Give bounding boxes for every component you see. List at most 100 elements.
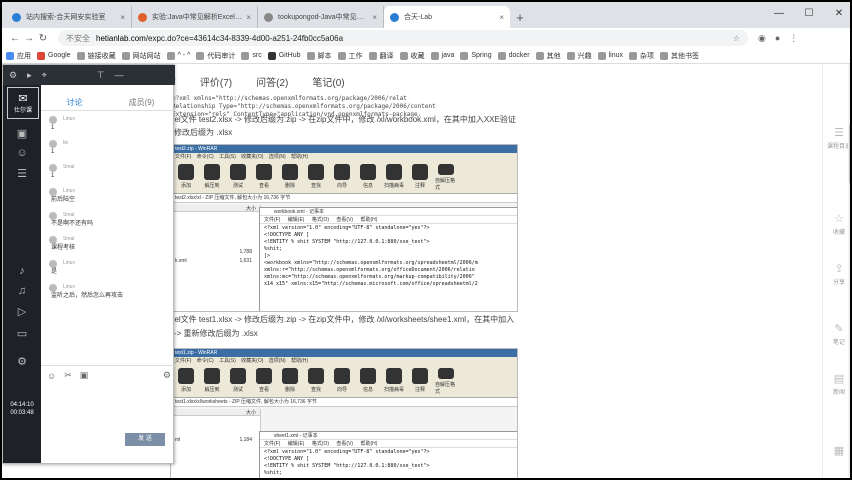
screen-icon[interactable]: ▭	[3, 327, 41, 340]
message-input[interactable]	[41, 385, 175, 429]
close-icon[interactable]: ×	[120, 13, 125, 22]
emoji-icon[interactable]: ☺	[47, 371, 56, 381]
bookmark-item[interactable]: linux	[597, 51, 623, 60]
scrollbar[interactable]	[848, 64, 850, 478]
mic-icon[interactable]: ♫	[3, 285, 41, 297]
bookmark-item[interactable]: 应用	[6, 51, 31, 61]
message-list: Linux 1 kk 1 Smal 1 Linux 前后陆空 Smal 不是啊不还有吗 S…	[41, 113, 175, 375]
tab-discuss[interactable]: 讨论	[41, 95, 108, 110]
folder-icon	[460, 51, 469, 60]
notepad-title: sheet1.xml - 记事本	[260, 432, 517, 440]
bookmark-item[interactable]: 其他书签	[660, 51, 699, 61]
tab-qa[interactable]: 问答(2)	[256, 74, 288, 89]
bookmark-item[interactable]: 网站网站	[121, 51, 161, 61]
archive-path: test2.xlsx\xl - ZIP 压缩文件, 解包大小为 16,736 字…	[171, 194, 517, 203]
close-icon[interactable]: ×	[372, 13, 377, 22]
chat-rail: ✉ 仕尔课 ▣ ☺ ☰ ♪ ♫ ▷ ▭ ⚙ 04:14:10 00:03:48	[3, 65, 41, 463]
bookmark-item[interactable]: 链接收藏	[76, 51, 116, 61]
bookmark-item[interactable]: 杂项	[629, 51, 654, 61]
bookmark-item[interactable]: Google	[37, 51, 71, 60]
folder-icon	[166, 51, 175, 60]
bookmark-item[interactable]: src	[241, 51, 262, 60]
camera-icon[interactable]: ▷	[3, 305, 41, 318]
tool-wizard: 向导	[331, 164, 353, 191]
winrar-screenshot: test1.zip - WinRAR 文件(F) 命令(C) 工具(S) 收藏夹…	[170, 348, 518, 478]
user-icon[interactable]: ☺	[3, 147, 41, 159]
tool-extract: 解压到	[201, 368, 223, 395]
bookmark-item[interactable]: 脚本	[306, 51, 332, 61]
avatar	[49, 284, 57, 292]
tool-info: 信息	[357, 164, 379, 191]
list-header: 大小	[171, 205, 260, 212]
settings-icon[interactable]: ⚙	[3, 355, 41, 368]
bookmark-item[interactable]: 代码审计	[196, 51, 235, 61]
toolbar: 添加 解压到 测试 查看 删除 查找 向导 信息 扫描病毒 注释 自解压格式	[171, 162, 517, 194]
image-icon[interactable]: ▣	[80, 370, 89, 381]
bookmark-item[interactable]: GitHub	[267, 51, 301, 60]
bookmark-item[interactable]: Spring	[460, 51, 492, 60]
folder-icon	[306, 51, 315, 60]
minimize-icon[interactable]: —	[764, 2, 794, 24]
menu-bar: 文件(F) 命令(C) 工具(S) 收藏夹(O) 选项(N) 帮助(H)	[171, 357, 517, 366]
tool-delete: 删除	[279, 368, 301, 395]
bookmark-item[interactable]: 工作	[337, 51, 363, 61]
bookmark-item[interactable]: 其他	[535, 51, 561, 61]
close-icon[interactable]: ×	[499, 13, 504, 22]
arrow-icon[interactable]: ▸	[27, 70, 32, 81]
step-text: excel文件 test2.xlsx -> 修改后缀为.zip -> 在zip文…	[162, 115, 516, 124]
bookmark-item[interactable]: docker	[497, 51, 530, 60]
list-item: 1,788	[239, 249, 252, 255]
forward-icon[interactable]: →	[22, 33, 36, 44]
bookmark-item[interactable]: 收藏	[399, 51, 425, 61]
bookmark-item[interactable]: ^ - ^	[166, 51, 190, 60]
app-logo: ✉ 仕尔课	[7, 87, 39, 119]
notepad-menu: 文件(F) 编辑(E) 格式(O) 查看(V) 帮助(H)	[260, 440, 517, 448]
pin-top-icon[interactable]: ⊤	[97, 70, 105, 81]
menu-icon[interactable]: ⋮	[789, 33, 798, 44]
github-icon	[267, 51, 276, 60]
close-window-icon[interactable]: ✕	[824, 2, 850, 24]
profile-icon[interactable]: ●	[775, 33, 780, 44]
browser-tab-active[interactable]: 合天-Lab ×	[384, 6, 510, 28]
tab-members[interactable]: 成员(9)	[108, 95, 175, 110]
apps-icon	[6, 51, 14, 60]
bookmark-item[interactable]: java	[430, 51, 454, 60]
minimize-icon[interactable]: —	[115, 70, 124, 80]
tool-scan: 扫描病毒	[383, 368, 405, 395]
back-icon[interactable]: ←	[8, 33, 22, 44]
new-tab-button[interactable]: +	[510, 6, 530, 28]
folder-icon	[430, 51, 439, 60]
chat-icon[interactable]: ▣	[3, 127, 41, 140]
tool-view: 查看	[253, 164, 275, 191]
scissors-icon[interactable]: ✂	[64, 370, 72, 381]
reload-icon[interactable]: ↻	[36, 33, 50, 44]
star-icon[interactable]: ☆	[733, 34, 740, 43]
chat-message: Smal 1	[49, 164, 75, 179]
menu-bar: 文件(F) 命令(C) 工具(S) 收藏夹(O) 选项(N) 帮助(H)	[171, 153, 517, 162]
tool-view: 查看	[253, 368, 275, 395]
pin-icon[interactable]: ⌖	[42, 70, 47, 81]
maximize-icon[interactable]: ☐	[794, 2, 824, 24]
volume-icon[interactable]: ♪	[3, 265, 41, 277]
insecure-label: 不安全	[66, 33, 90, 43]
tool-sfx: 自解压格式	[435, 368, 457, 395]
bookmark-item[interactable]: 兴趣	[566, 51, 592, 61]
tab-reviews[interactable]: 评价(7)	[200, 74, 232, 89]
list-icon[interactable]: ☰	[3, 167, 41, 180]
settings-icon[interactable]: ⚙	[163, 370, 171, 381]
step-text: -> 重新修改后缀为 .xlsx	[174, 329, 258, 338]
tab-notes[interactable]: 笔记(0)	[312, 74, 344, 89]
browser-tab[interactable]: tookupongod-Java中常见解析... ×	[258, 6, 384, 28]
browser-tab[interactable]: 实验:Java中常见解析Excel时引入...×	[132, 6, 258, 28]
bookmark-item[interactable]: 翻译	[368, 51, 394, 61]
notepad-window: sheet1.xml - 记事本 文件(F) 编辑(E) 格式(O) 查看(V)…	[259, 431, 517, 478]
tool-comment: 注释	[409, 368, 431, 395]
gear-icon[interactable]: ⚙	[9, 70, 17, 81]
url-input[interactable]: 不安全 hetianlab.com/expc.do?ce=43614c34-83…	[58, 30, 748, 46]
favicon-icon	[264, 12, 273, 22]
browser-tab[interactable]: 站内搜索-合天网安实验室 ×	[6, 6, 132, 28]
tool-info: 信息	[357, 368, 379, 395]
send-button[interactable]: 发 送	[125, 433, 165, 446]
close-icon[interactable]: ×	[246, 13, 251, 22]
extension-icon[interactable]: ◉	[758, 33, 766, 44]
